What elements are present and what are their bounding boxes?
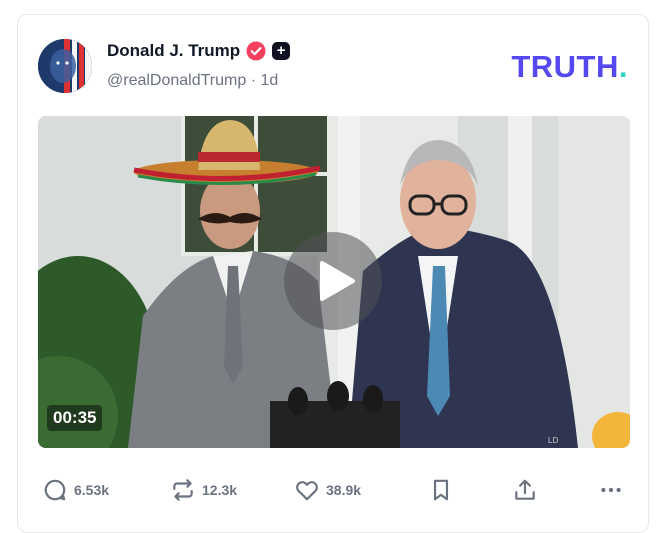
author-handle[interactable]: @realDonaldTrump [107,72,246,89]
truth-logo-text: TRUTH [511,49,619,84]
heart-icon [296,481,318,501]
truth-logo-dot: . [618,49,628,84]
video-duration: 00:35 [47,405,103,431]
bookmark-icon [433,479,449,501]
post-card: Donald J. Trump + @realDonaldTrump · 1d … [17,14,649,533]
bookmark-button[interactable] [428,473,454,507]
action-bar: 6.53k 12.3k 38.9k [38,473,630,507]
play-icon [320,261,355,301]
like-button[interactable]: 38.9k [294,473,361,507]
reply-button[interactable]: 6.53k [42,473,109,507]
retruth-button[interactable]: 12.3k [170,473,237,507]
more-options-button[interactable] [598,473,624,507]
plus-badge-icon: + [272,42,291,60]
truth-logo[interactable]: TRUTH. [511,49,628,85]
avatar[interactable] [38,39,92,93]
share-icon [515,479,535,500]
like-count: 38.9k [326,482,362,498]
share-button[interactable] [512,473,538,507]
verified-badge-icon [246,41,266,61]
reply-count: 6.53k [74,482,110,498]
video-player[interactable]: LD 00:35 [38,116,630,448]
play-button[interactable] [284,232,382,330]
post-time[interactable]: 1d [261,72,279,89]
separator: · [250,72,257,89]
retruth-count: 12.3k [202,482,238,498]
author-name[interactable]: Donald J. Trump [107,41,240,61]
comment-icon [44,479,66,501]
more-icon [601,487,621,493]
video-watermark: LD [548,436,558,445]
repost-icon [173,479,193,501]
